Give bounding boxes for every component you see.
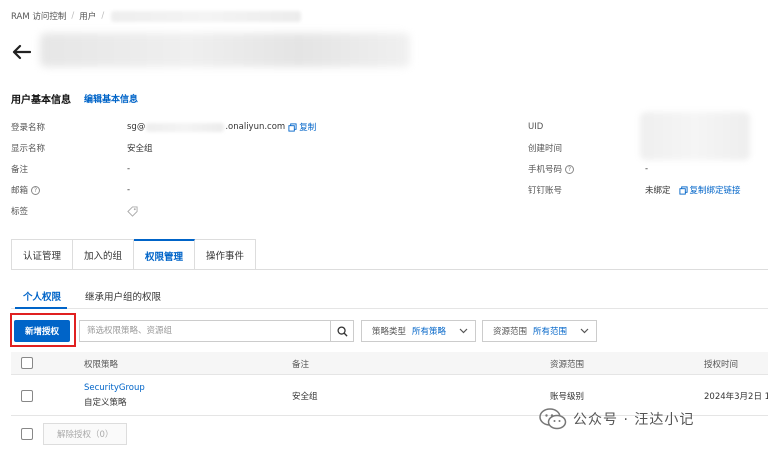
phone-label: 手机号码 ? [528, 162, 575, 176]
tabs-divider [11, 269, 768, 270]
phone-value: - [645, 164, 649, 174]
login-name-redacted [146, 122, 225, 132]
table-header: 权限策略 备注 资源范围 授权时间 [11, 352, 768, 375]
footer-select-checkbox[interactable] [21, 428, 33, 440]
policy-name-link[interactable]: SecurityGroup [84, 383, 145, 393]
tags-value[interactable] [127, 204, 138, 218]
breadcrumb-separator: / [71, 11, 75, 21]
select-all-checkbox[interactable] [21, 357, 33, 369]
search-input[interactable] [80, 321, 330, 341]
header-policy: 权限策略 [84, 359, 119, 370]
help-icon[interactable]: ? [31, 185, 41, 195]
tab-auth[interactable]: 认证管理 [11, 239, 74, 270]
sub-tabs: 个人权限 继承用户组的权限 [11, 284, 173, 308]
section-title: 用户基本信息 [11, 95, 71, 106]
chevron-down-icon [580, 328, 589, 334]
add-permission-button[interactable]: 新增授权 [14, 320, 70, 342]
breadcrumb-user-redacted [111, 10, 302, 22]
copy-bind-link[interactable]: 复制绑定链接 [690, 184, 741, 196]
copy-login-name-link[interactable]: 复制 [299, 121, 316, 133]
tab-permissions[interactable]: 权限管理 [134, 239, 196, 270]
table-footer: 解除授权（0） [11, 423, 128, 445]
tab-groups[interactable]: 加入的组 [73, 239, 135, 270]
subtabs-divider [11, 308, 768, 309]
chevron-down-icon [459, 328, 468, 334]
row-time: 2024年3月2日 1 [704, 392, 768, 402]
row-remark: 安全组 [292, 392, 318, 402]
tags-label: 标签 [11, 207, 29, 217]
copy-icon[interactable] [678, 185, 688, 195]
main-tabs: 认证管理 加入的组 权限管理 操作事件 [11, 239, 257, 270]
back-button[interactable] [9, 40, 33, 64]
display-name-value: 安全组 [127, 144, 153, 154]
remove-permission-button[interactable]: 解除授权（0） [43, 423, 128, 445]
login-name-value: sg@ .onaliyun.com 复制 [127, 121, 317, 133]
wechat-icon [539, 408, 567, 430]
subtab-active-indicator [15, 307, 67, 309]
email-label: 邮箱 ? [11, 183, 41, 197]
search-icon [336, 325, 348, 337]
row-checkbox[interactable] [21, 390, 33, 402]
header-scope: 资源范围 [550, 359, 585, 370]
page-title-redacted [40, 33, 410, 67]
created-time-label: 创建时间 [528, 144, 563, 154]
remark-label: 备注 [11, 165, 29, 175]
remark-value: - [127, 164, 131, 174]
dingtalk-value: 未绑定 复制绑定链接 [645, 184, 741, 196]
arrow-left-icon [12, 44, 31, 60]
breadcrumb-ram[interactable]: RAM 访问控制 [11, 10, 66, 22]
search-button[interactable] [330, 321, 353, 341]
resource-scope-select[interactable]: 资源范围 所有范围 [482, 320, 597, 342]
subtab-inherited[interactable]: 继承用户组的权限 [73, 284, 173, 308]
copy-icon[interactable] [288, 122, 297, 132]
header-remark: 备注 [292, 359, 310, 370]
watermark-text: 公众号 · 汪达小记 [573, 412, 695, 428]
search-box [79, 320, 354, 342]
header-time: 授权时间 [704, 359, 739, 370]
dingtalk-label: 钉钉账号 [528, 186, 563, 196]
uid-label: UID [528, 122, 544, 132]
email-value: - [127, 185, 131, 195]
display-name-label: 显示名称 [11, 144, 46, 154]
uid-created-redacted [640, 112, 750, 160]
help-icon[interactable]: ? [565, 164, 575, 174]
edit-info-link[interactable]: 编辑基本信息 [84, 92, 138, 105]
policy-type-select[interactable]: 策略类型 所有策略 [361, 320, 476, 342]
tab-events[interactable]: 操作事件 [195, 239, 257, 270]
breadcrumb-separator: / [101, 11, 105, 21]
login-name-label: 登录名称 [11, 123, 46, 133]
breadcrumb: RAM 访问控制 / 用户 / [11, 9, 302, 23]
tag-icon[interactable] [127, 205, 138, 217]
watermark: 公众号 · 汪达小记 [539, 408, 694, 430]
subtab-personal[interactable]: 个人权限 [11, 284, 73, 308]
breadcrumb-users[interactable]: 用户 [79, 10, 96, 22]
policy-type: 自定义策略 [84, 398, 127, 408]
